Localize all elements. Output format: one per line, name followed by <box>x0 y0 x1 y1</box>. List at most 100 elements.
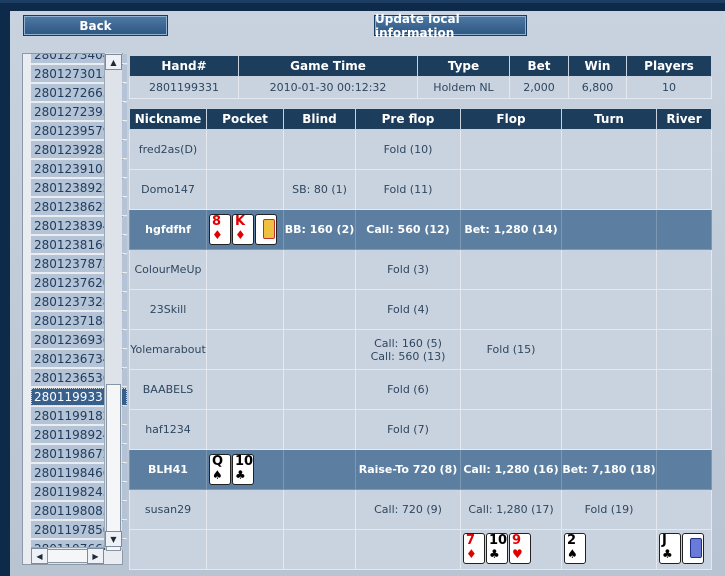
actions-table: Nickname Pocket Blind Pre flop Flop Turn… <box>129 108 712 570</box>
card-rank: 10 <box>489 533 508 548</box>
header-pocket: Pocket <box>206 108 284 130</box>
hand-list-vertical-scrollbar[interactable]: ▲ ▼ <box>104 53 122 551</box>
face-card-icon <box>263 219 275 239</box>
cell-blind <box>283 409 356 450</box>
player-row: Yolemarabout Call: 160 (5) Call: 560 (13) F… <box>129 329 712 370</box>
header-flop: Flop <box>460 108 562 130</box>
cell-turn <box>561 409 657 450</box>
card-rank: J <box>662 533 667 548</box>
card-suit-icon: ♥ <box>512 547 523 561</box>
info-header-players: Players <box>626 55 712 77</box>
cell-turn: Fold (19) <box>561 489 657 530</box>
cell-nick: BLH41 <box>129 449 207 490</box>
cell-pocket <box>206 409 284 450</box>
card-group: 8 ♦ K ♦ <box>207 214 283 245</box>
cell-preflop: Fold (10) <box>355 129 461 170</box>
cell-nick: hgfdfhf <box>129 209 207 250</box>
scroll-down-button[interactable]: ▼ <box>105 531 122 547</box>
player-row: Domo147 SB: 80 (1) Fold (11) <box>129 169 712 210</box>
cell-preflop: Fold (4) <box>355 289 461 330</box>
triangle-right-icon: ▶ <box>92 551 99 561</box>
card-group: 7 ♦ 10 ♣ 9 ♥ <box>461 533 561 564</box>
playing-card: 10 ♣ <box>486 533 508 564</box>
cell-preflop: Call: 560 (12) <box>355 209 461 250</box>
info-game-time-value: 2010-01-30 00:12:32 <box>238 76 418 99</box>
cell-blind: BB: 160 (2) <box>283 209 356 250</box>
cell-blind <box>283 129 356 170</box>
cell-turn <box>561 249 657 290</box>
cell-pocket <box>206 289 284 330</box>
window-top-strip <box>0 0 725 3</box>
cell-river <box>656 329 712 370</box>
board-cell-turn: 2 ♠ <box>561 529 657 570</box>
cell-river <box>656 409 712 450</box>
scroll-left-button[interactable]: ◀ <box>31 548 48 564</box>
player-row: BLH41 Q ♠ 10 ♣ Raise-To 720 (8) Call: 1,280 (1… <box>129 449 712 490</box>
playing-card: 2 ♠ <box>564 533 586 564</box>
playing-card: K ♦ <box>232 214 254 245</box>
playing-card: J ♣ <box>659 533 681 564</box>
back-button[interactable]: Back <box>23 15 168 36</box>
cell-nick: ColourMeUp <box>129 249 207 290</box>
cell-turn: Bet: 7,180 (18) <box>561 449 657 490</box>
header-river: River <box>656 108 712 130</box>
hand-list-horizontal-scrollbar[interactable]: ◀ ▶ <box>31 547 104 564</box>
cell-river <box>656 369 712 410</box>
info-header-type: Type <box>417 55 510 77</box>
scroll-right-button[interactable]: ▶ <box>87 548 104 564</box>
card-suit-icon: ♠ <box>212 468 223 482</box>
card-suit-icon: ♣ <box>235 468 246 482</box>
player-row: hgfdfhf 8 ♦ K ♦ BB: 160 (2) Call: 560 (12) Bet:… <box>129 209 712 250</box>
cell-blind <box>283 289 356 330</box>
card-suit-icon: ♦ <box>466 547 477 561</box>
card-group: J ♣ <box>657 533 711 564</box>
cell-pocket: 8 ♦ K ♦ <box>206 209 284 250</box>
cell-river <box>656 449 712 490</box>
cell-flop <box>460 289 562 330</box>
playing-card: 9 ♥ <box>509 533 531 564</box>
info-players-value: 10 <box>626 76 712 99</box>
cell-turn <box>561 169 657 210</box>
cell-flop: Call: 1,280 (16) <box>460 449 562 490</box>
cell-pocket <box>206 329 284 370</box>
horizontal-scrollbar-thumb[interactable] <box>47 549 91 563</box>
cell-turn <box>561 129 657 170</box>
board-row: 7 ♦ 10 ♣ 9 ♥ 2 ♠ J ♣ <box>129 529 712 570</box>
playing-card <box>682 533 704 564</box>
face-card-icon <box>690 538 702 558</box>
info-header-game-time: Game Time <box>238 55 418 77</box>
header-turn: Turn <box>561 108 657 130</box>
cell-river <box>656 249 712 290</box>
header-nickname: Nickname <box>129 108 207 130</box>
info-header-bet: Bet <box>509 55 569 77</box>
cell-preflop: Fold (3) <box>355 249 461 290</box>
board-cell-nick <box>129 529 207 570</box>
card-suit-icon: ♣ <box>489 547 500 561</box>
cell-nick: BAABELS <box>129 369 207 410</box>
card-suit-icon: ♦ <box>235 228 246 242</box>
update-local-information-button[interactable]: Update local information <box>374 12 527 40</box>
cell-river <box>656 129 712 170</box>
scroll-up-button[interactable]: ▲ <box>105 54 122 70</box>
cell-turn <box>561 209 657 250</box>
cell-flop: Bet: 1,280 (14) <box>460 209 562 250</box>
cell-pocket: Q ♠ 10 ♣ <box>206 449 284 490</box>
scrollbar-thumb[interactable] <box>106 384 121 551</box>
cell-nick: Domo147 <box>129 169 207 210</box>
info-hand-value: 2801199331 <box>129 76 239 99</box>
cell-nick: Yolemarabout <box>129 329 207 370</box>
cell-river <box>656 209 712 250</box>
card-suit-icon: ♣ <box>662 547 673 561</box>
cell-flop <box>460 129 562 170</box>
board-cell-river: J ♣ <box>656 529 712 570</box>
card-suit-icon: ♠ <box>567 547 578 561</box>
player-row: haf1234 Fold (7) <box>129 409 712 450</box>
cell-blind <box>283 249 356 290</box>
card-rank: 8 <box>212 214 222 229</box>
cell-flop <box>460 369 562 410</box>
card-rank: 2 <box>567 533 577 548</box>
board-cell-blind <box>283 529 356 570</box>
cell-turn <box>561 369 657 410</box>
cell-blind <box>283 369 356 410</box>
cell-flop <box>460 249 562 290</box>
